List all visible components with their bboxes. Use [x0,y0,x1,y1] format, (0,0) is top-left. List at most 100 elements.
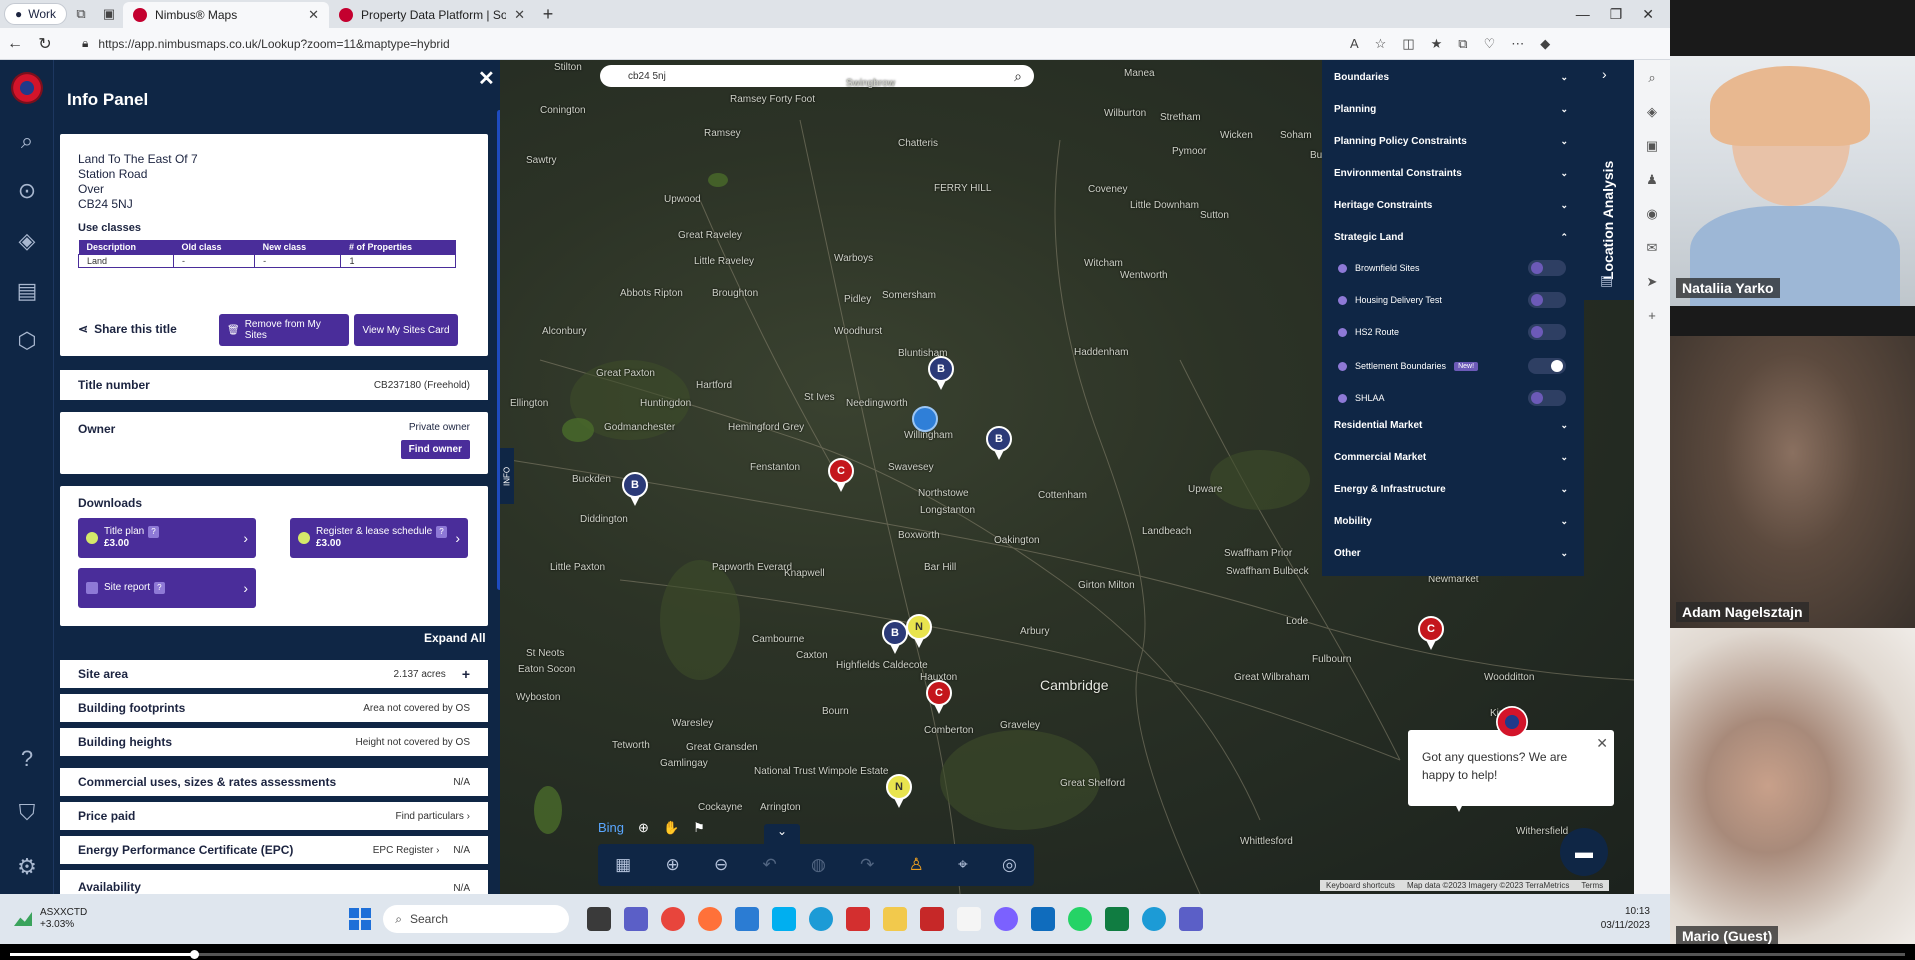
cube-icon[interactable]: ⬡ [0,316,54,366]
layer-toggle-switch[interactable] [1528,358,1566,374]
location-analysis-label[interactable]: Location Analysis [1596,90,1620,280]
messenger-icon[interactable] [994,907,1019,931]
more-menu-icon[interactable]: ⋯ [1511,36,1524,52]
excel-icon[interactable] [1105,907,1130,931]
settings-gear-icon[interactable]: ⚙ [0,842,54,892]
restore-icon[interactable]: ❐ [1610,6,1623,23]
map-search-input[interactable]: cb24 5nj ⌕ [600,65,1034,87]
layer-group-heritage-constraints[interactable]: Heritage Constraints ⌄ [1334,200,1568,211]
extensions-icon[interactable]: ♡ [1484,36,1496,52]
back-icon[interactable]: ← [0,35,30,53]
workspaces-icon[interactable]: ⧉ [67,3,95,25]
layer-group-mobility[interactable]: Mobility ⌄ [1334,516,1568,527]
expand-plus-icon[interactable]: + [462,666,470,682]
epc-register-link[interactable]: EPC Register › N/A [373,845,470,856]
close-tab-icon[interactable]: ✕ [308,7,319,23]
satellite-map[interactable]: cb24 5nj ⌕ Stilton Conington Sawtry Ramsey R… [500,60,1634,894]
search-icon[interactable]: ⌕ [1014,68,1022,85]
help-icon[interactable]: ? [0,734,54,784]
building-heights-row[interactable]: Building heights Height not covered by O… [60,728,488,756]
layer-toggle-switch[interactable] [1528,390,1566,406]
chrome-icon[interactable] [661,907,686,931]
layer-group-other[interactable]: Other ⌄ [1334,548,1568,559]
tab-property-data[interactable]: Property Data Platform | Source o ✕ [329,2,535,28]
area-search-icon[interactable]: ⊙ [0,166,54,216]
map-pin-n[interactable]: N [886,774,912,808]
windows-start-icon[interactable] [349,908,372,930]
office-icon[interactable]: ◉ [1646,206,1657,222]
layer-group-commercial-market[interactable]: Commercial Market ⌄ [1334,452,1568,463]
favorite-star-icon[interactable]: ☆ [1375,36,1387,52]
add-sidebar-app-icon[interactable]: + [1648,308,1656,323]
nimbus-logo[interactable] [11,72,43,104]
terms-link[interactable]: Terms [1581,881,1603,890]
zoom-out-icon[interactable]: ⊖ [714,855,728,875]
layer-toggle-switch[interactable] [1528,292,1566,308]
collections-icon[interactable]: ⧉ [1458,36,1467,52]
help-badge-icon[interactable]: ? [148,526,159,538]
expand-all-link[interactable]: Expand All [424,631,486,645]
site-area-row[interactable]: Site area 2.137 acres + [60,660,488,688]
tab-actions-icon[interactable]: ▣ [95,3,123,25]
map-pin-b[interactable]: B [986,426,1012,460]
edge-icon[interactable] [809,907,834,931]
satellite-globe-icon[interactable]: ◎ [1002,855,1017,875]
info-dot-icon[interactable] [1338,263,1347,273]
minimize-icon[interactable]: — [1576,6,1590,23]
street-view-pegman-icon[interactable]: ♙ [909,855,924,875]
notepad-icon[interactable] [957,907,982,931]
read-aloud-icon[interactable]: A [1350,36,1359,52]
layer-settings-icon[interactable]: ▤ [1600,272,1613,289]
building-footprints-row[interactable]: Building footprints Area not covered by … [60,694,488,722]
close-panel-icon[interactable]: ✕ [478,66,495,91]
search-icon[interactable]: ⌕ [1648,70,1655,86]
availability-row[interactable]: Availability N/A [60,870,488,894]
send-icon[interactable]: ➤ [1647,274,1658,290]
copilot-icon[interactable]: ◆ [1540,36,1550,52]
outlook-icon[interactable]: ✉ [1647,240,1658,256]
taskbar-search[interactable]: ⌕ Search [383,905,570,933]
basket-icon[interactable]: ⛉ [0,788,54,838]
layers-icon[interactable]: ◈ [0,216,54,266]
profile-button[interactable]: ● Work [4,3,68,25]
tools-icon[interactable]: ▣ [1646,138,1658,154]
globe-icon[interactable]: ◍ [811,855,826,875]
map-pin-icon[interactable]: ⌖ [958,855,968,875]
layer-toggle-switch[interactable] [1528,324,1566,340]
title-plan-button[interactable]: Title plan? £3.00 › [78,518,256,558]
epc-row[interactable]: Energy Performance Certificate (EPC) EPC… [60,836,488,864]
price-paid-row[interactable]: Price paid Find particulars › [60,802,488,830]
layer-group-boundaries[interactable]: Boundaries ⌄ [1334,72,1568,83]
find-particulars-link[interactable]: Find particulars › [396,811,470,822]
progress-scrubber[interactable] [190,950,199,959]
keyboard-shortcuts-link[interactable]: Keyboard shortcuts [1326,881,1395,890]
layer-group-planning-policy-constraints[interactable]: Planning Policy Constraints ⌄ [1334,136,1568,147]
my-location-marker[interactable] [912,406,938,432]
edge-active-icon[interactable] [1142,907,1167,931]
favorites-icon[interactable]: ★ [1431,36,1443,52]
teams-chat-icon[interactable] [624,907,649,931]
layer-group-planning[interactable]: Planning ⌄ [1334,104,1568,115]
info-panel-toggle-tab[interactable]: INFO [500,448,514,504]
search-icon[interactable]: ⌕ [0,116,54,166]
skype-icon[interactable] [772,907,797,931]
outlook-icon[interactable] [1031,907,1056,931]
task-view-icon[interactable] [587,907,612,931]
firefox-icon[interactable] [698,907,723,931]
share-title-link[interactable]: ⋖ Share this title [78,322,177,336]
map-pin-b[interactable]: B [622,472,648,506]
layer-group-residential-market[interactable]: Residential Market ⌄ [1334,420,1568,431]
map-pin-b[interactable]: B [882,620,908,654]
layer-group-strategic-land[interactable]: Strategic Land ⌃ [1334,232,1568,243]
close-window-icon[interactable]: ✕ [1642,6,1654,23]
info-dot-icon[interactable] [1338,295,1347,305]
map-pin-n[interactable]: N [906,614,932,648]
zoom-in-icon[interactable]: ⊕ [665,855,679,875]
info-dot-icon[interactable] [1338,361,1347,371]
split-screen-icon[interactable]: ◫ [1402,36,1414,52]
file-explorer-icon[interactable] [883,907,908,931]
calculator-icon[interactable] [735,907,760,931]
map-pin-c[interactable]: C [926,680,952,714]
collapse-toolbar-chevron-icon[interactable]: ⌄ [764,824,800,844]
stock-widget[interactable]: ASXXCTD +3.03% [14,907,87,931]
